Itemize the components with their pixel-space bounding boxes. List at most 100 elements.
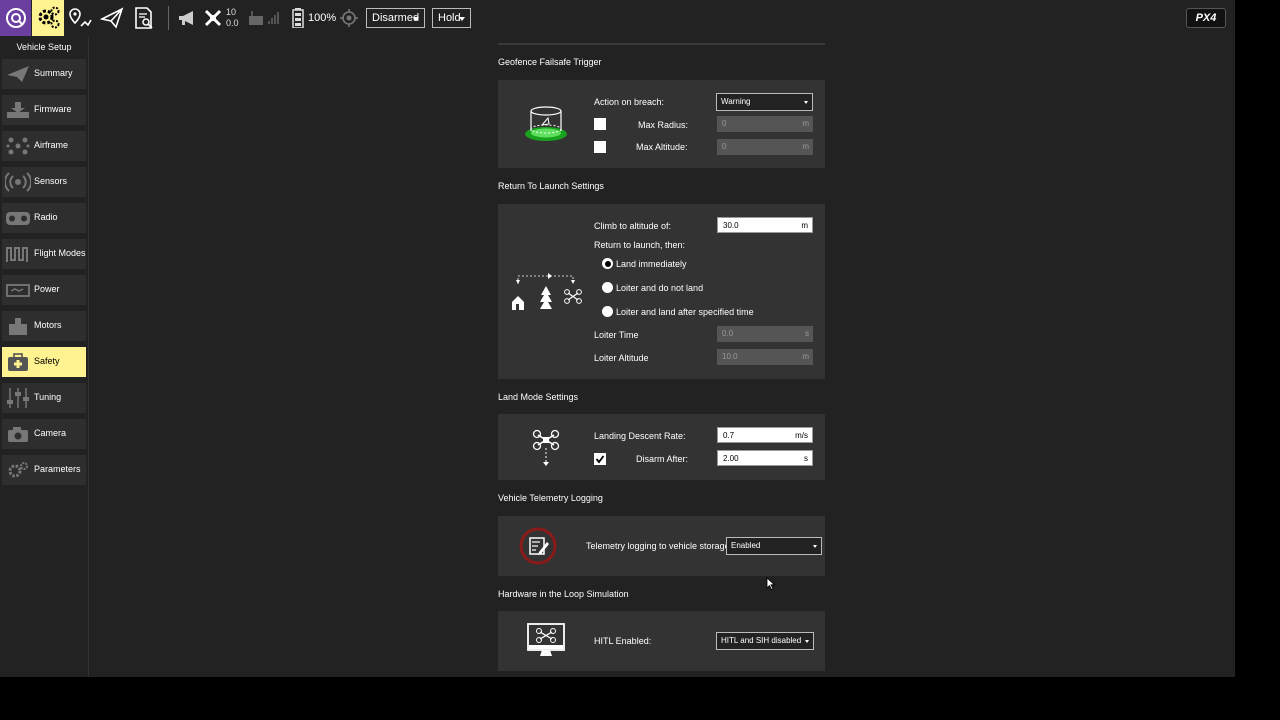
return-to-launch-icon	[512, 273, 582, 310]
sidebar-item-label: Safety	[34, 356, 60, 366]
flight-mode-dropdown[interactable]: Hold	[432, 8, 471, 28]
sidebar-item-label: Firmware	[34, 104, 72, 114]
sidebar-item-power[interactable]: Power	[2, 275, 86, 305]
analyze-button[interactable]	[130, 0, 158, 36]
sidebar-title: Vehicle Setup	[16, 42, 72, 52]
descent-rate-field[interactable]: 0.7 m/s	[717, 427, 813, 443]
climb-altitude-label: Climb to altitude of:	[594, 221, 672, 231]
climb-altitude-field[interactable]: 30.0 m	[717, 217, 813, 233]
sidebar-item-safety[interactable]: Safety	[2, 347, 86, 377]
sliders-icon	[7, 388, 29, 408]
sidebar-item-label: Sensors	[34, 176, 68, 186]
land-immediately-radio[interactable]	[602, 258, 613, 269]
sidebar-item-label: Flight Modes	[34, 248, 86, 258]
sidebar-item-sensors[interactable]: Sensors	[2, 167, 86, 197]
gps-count: 10	[226, 7, 237, 17]
descent-rate-label: Landing Descent Rate:	[594, 431, 686, 441]
sidebar-item-radio[interactable]: Radio	[2, 203, 86, 233]
rc-transmitter-icon	[249, 11, 263, 25]
fly-view-button[interactable]	[98, 0, 126, 36]
rc-rssi-button[interactable]	[247, 0, 265, 36]
loiter-time-label: Loiter Time	[594, 330, 639, 340]
sidebar-item-label: Camera	[34, 428, 67, 438]
max-altitude-field[interactable]: 0 m	[717, 139, 813, 155]
telemetry-section-title: Vehicle Telemetry Logging	[498, 493, 603, 503]
scroll-top-divider	[498, 43, 825, 45]
arm-state-dropdown[interactable]: Disarmed	[366, 8, 425, 28]
sidebar-item-label: Motors	[34, 320, 62, 330]
sensors-icon	[5, 172, 31, 192]
descent-rate-value: 0.7	[723, 431, 735, 440]
battery-icon	[292, 8, 304, 28]
land-section-title: Land Mode Settings	[498, 392, 579, 402]
geofence-icon	[525, 106, 567, 141]
loiter-time-value: 0.0	[722, 329, 734, 338]
climb-altitude-unit: m	[801, 221, 808, 230]
sidebar-item-flight-modes[interactable]: Flight Modes	[2, 239, 86, 269]
hitl-section-title: Hardware in the Loop Simulation	[498, 589, 629, 599]
signal-strength	[267, 0, 281, 36]
checkmark-icon	[595, 455, 605, 464]
loiter-altitude-unit: m	[802, 352, 809, 361]
loiter-altitude-field[interactable]: 10.0 m	[717, 349, 813, 365]
first-aid-icon	[8, 353, 28, 371]
sidebar-item-camera[interactable]: Camera	[2, 419, 86, 449]
loiter-time-field[interactable]: 0.0 s	[717, 326, 813, 342]
climb-altitude-value: 30.0	[723, 221, 739, 230]
battery-button[interactable]	[290, 0, 306, 36]
land-immediately-label: Land immediately	[616, 259, 687, 269]
action-on-breach-select[interactable]: Warning	[716, 93, 813, 111]
max-altitude-unit: m	[802, 142, 809, 151]
crosshair-icon	[340, 9, 358, 27]
sidebar-item-tuning[interactable]: Tuning	[2, 383, 86, 413]
loiter-then-land-label: Loiter and land after specified time	[616, 307, 754, 317]
rtl-section-title: Return To Launch Settings	[498, 181, 604, 191]
landing-drone-icon	[532, 429, 560, 466]
telemetry-logging-label: Telemetry logging to vehicle storage:	[586, 541, 733, 551]
sidebar-item-airframe[interactable]: Airframe	[2, 131, 86, 161]
telemetry-logging-select[interactable]: Enabled	[726, 537, 822, 555]
disarm-after-checkbox[interactable]	[594, 453, 606, 465]
airframe-icon	[6, 137, 30, 155]
rtk-status-button[interactable]	[339, 0, 359, 36]
return-then-label: Return to launch, then:	[594, 240, 686, 250]
signal-bars-icon	[268, 12, 279, 24]
qgc-logo-button[interactable]	[0, 0, 31, 36]
paper-plane-icon	[7, 66, 29, 82]
px4-logo: PX4	[1186, 8, 1226, 28]
plan-view-button[interactable]	[66, 0, 94, 36]
disarm-after-value: 2.00	[723, 454, 739, 463]
disarm-after-field[interactable]: 2.00 s	[717, 450, 813, 466]
app-window: 10 0.0 100% Disarmed Hold PX4 Vehicle Se…	[0, 0, 1235, 677]
gps-status-button[interactable]	[202, 0, 224, 36]
sidebar-item-parameters[interactable]: Parameters	[2, 455, 86, 485]
loiter-altitude-label: Loiter Altitude	[594, 353, 649, 363]
sidebar-item-firmware[interactable]: Firmware	[2, 95, 86, 125]
camera-icon	[8, 427, 28, 442]
max-altitude-checkbox[interactable]	[594, 141, 606, 153]
logging-icon	[519, 527, 557, 565]
sidebar-item-summary[interactable]: Summary	[2, 59, 86, 89]
geofence-section-title: Geofence Failsafe Trigger	[498, 57, 602, 67]
motor-icon	[9, 318, 27, 335]
gps-hdop: 0.0	[226, 18, 239, 28]
max-radius-label: Max Radius:	[638, 120, 689, 130]
loiter-then-land-radio[interactable]	[602, 306, 613, 317]
loiter-no-land-radio[interactable]	[602, 282, 613, 293]
max-altitude-label: Max Altitude:	[636, 142, 688, 152]
radio-icon	[6, 212, 30, 225]
max-radius-field[interactable]: 0 m	[717, 116, 813, 132]
satellite-icon	[204, 9, 222, 27]
document-search-icon	[135, 7, 153, 29]
max-radius-checkbox[interactable]	[594, 118, 606, 130]
sidebar-item-label: Airframe	[34, 140, 69, 150]
gears-icon	[38, 6, 60, 29]
action-on-breach-label: Action on breach:	[594, 97, 665, 107]
gears-icon	[8, 462, 28, 478]
hitl-enabled-select[interactable]: HITL and SIH disabled	[716, 632, 814, 650]
messages-button[interactable]	[176, 0, 200, 36]
vehicle-setup-button[interactable]	[32, 0, 64, 36]
monitor-drone-icon	[527, 623, 565, 656]
qgc-logo-icon	[5, 8, 26, 28]
sidebar-item-motors[interactable]: Motors	[2, 311, 86, 341]
